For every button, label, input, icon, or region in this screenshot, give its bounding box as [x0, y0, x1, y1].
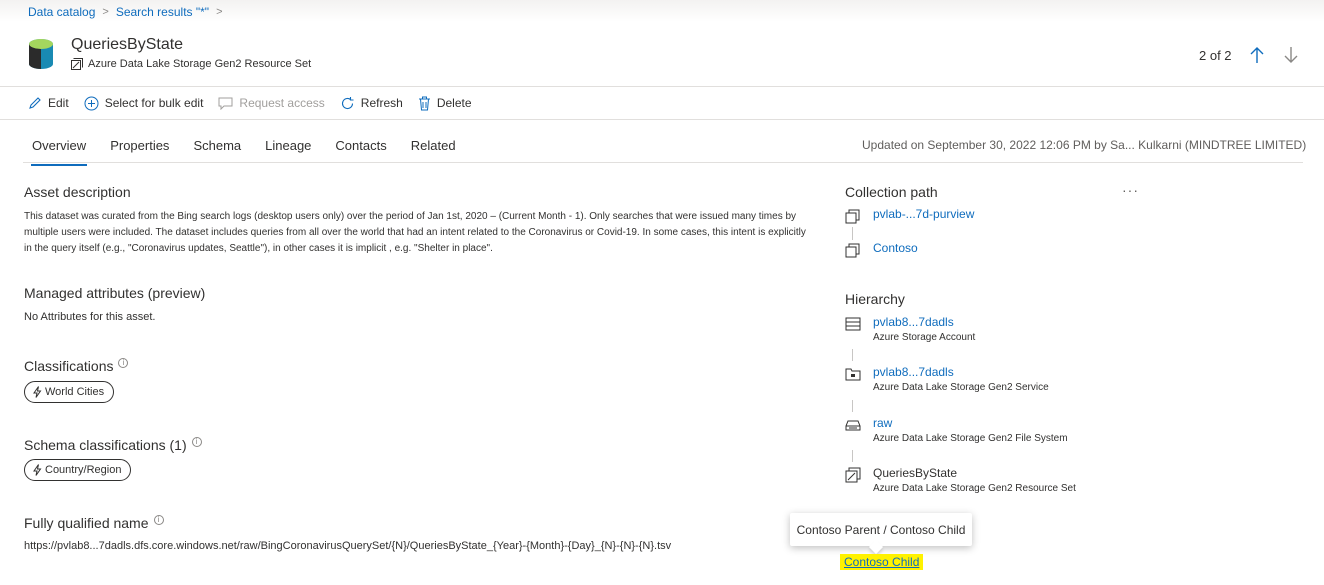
breadcrumb: Data catalog > Search results "*" > — [28, 4, 230, 20]
managed-attributes-heading: Managed attributes (preview) — [24, 285, 206, 301]
resource-set-type-icon — [71, 58, 83, 70]
tab-lineage[interactable]: Lineage — [256, 135, 320, 160]
info-icon[interactable]: i — [191, 437, 202, 447]
asset-title: QueriesByState — [71, 36, 184, 53]
highlighted-collection-link[interactable]: Contoso Child — [840, 554, 924, 570]
request-access-button[interactable]: Request access — [218, 96, 325, 110]
hierarchy-item: QueriesByState Azure Data Lake Storage G… — [845, 466, 1076, 494]
comment-icon — [218, 97, 233, 110]
resource-set-icon — [29, 39, 53, 69]
fully-qualified-name-heading: Fully qualified name — [24, 515, 149, 531]
last-updated-text: Updated on September 30, 2022 12:06 PM b… — [862, 138, 1307, 152]
asset-type-label: Azure Data Lake Storage Gen2 Resource Se… — [88, 58, 312, 70]
classifications-heading: Classifications — [24, 358, 114, 374]
managed-attributes-title: Managed attributes (preview) — [24, 285, 205, 301]
tab-properties[interactable]: Properties — [101, 135, 178, 160]
divider — [0, 86, 1324, 87]
fully-qualified-name-value: https://pvlab8...7dadls.dfs.core.windows… — [24, 540, 672, 552]
refresh-label: Refresh — [360, 96, 403, 110]
info-icon[interactable]: i — [118, 358, 129, 368]
edit-button[interactable]: Edit — [28, 96, 69, 110]
hierarchy-item-type: Azure Storage Account — [873, 332, 976, 343]
arrow-down-icon[interactable] — [1282, 45, 1300, 65]
managed-attributes-empty: No Attributes for this asset. — [24, 311, 156, 323]
connector — [852, 400, 853, 412]
storage-account-icon — [845, 317, 861, 331]
bulk-edit-label: Select for bulk edit — [104, 96, 204, 110]
asset-type: Azure Data Lake Storage Gen2 Resource Se… — [71, 58, 311, 70]
tab-overview[interactable]: Overview — [23, 135, 95, 166]
hierarchy-item-name[interactable]: pvlab8...7dadls — [873, 365, 1049, 379]
hierarchy-item-name[interactable]: pvlab8...7dadls — [873, 315, 975, 329]
classification-label: World Cities — [45, 386, 105, 398]
bulk-edit-button[interactable]: Select for bulk edit — [84, 96, 204, 111]
hierarchy-item-type: Azure Data Lake Storage Gen2 Service — [873, 382, 1049, 393]
hierarchy-item: pvlab8...7dadls Azure Storage Account — [845, 315, 975, 343]
data-lake-service-icon — [845, 368, 861, 381]
pager-text: 2 of 2 — [1199, 47, 1232, 63]
breadcrumb-search-results[interactable]: Search results "*" — [116, 5, 209, 19]
chevron-right-icon: > — [216, 6, 223, 18]
hierarchy-item: pvlab8...7dadls Azure Data Lake Storage … — [845, 365, 1049, 393]
hierarchy-item: raw Azure Data Lake Storage Gen2 File Sy… — [845, 416, 1068, 444]
schema-classifications-title: Schema classifications (1) i — [24, 437, 202, 453]
schema-classification-pill: Country/Region — [24, 459, 132, 481]
arrow-up-icon[interactable] — [1248, 45, 1266, 65]
more-options-icon[interactable]: ··· — [1122, 182, 1139, 198]
schema-classification-label: Country/Region — [45, 464, 122, 476]
refresh-button[interactable]: Refresh — [340, 96, 403, 111]
breadcrumb-data-catalog[interactable]: Data catalog — [28, 5, 95, 19]
collection-icon — [845, 209, 860, 224]
file-system-icon — [845, 420, 861, 431]
hierarchy-item-type: Azure Data Lake Storage Gen2 File System — [873, 433, 1068, 444]
fully-qualified-name-title: Fully qualified name i — [24, 515, 164, 531]
request-access-label: Request access — [239, 96, 325, 110]
connector — [852, 227, 853, 240]
collection-item[interactable]: pvlab-...7d-purview — [845, 207, 974, 224]
tab-schema[interactable]: Schema — [184, 135, 250, 160]
tab-related[interactable]: Related — [402, 135, 465, 160]
tab-bar: Overview Properties Schema Lineage Conta… — [23, 135, 471, 166]
asset-description-heading: Asset description — [24, 184, 131, 200]
delete-label: Delete — [436, 96, 472, 110]
divider — [0, 119, 1324, 120]
tooltip-text: Contoso Parent / Contoso Child — [796, 522, 966, 537]
connector — [852, 349, 853, 361]
tab-divider — [23, 162, 1303, 163]
chevron-right-icon: > — [102, 6, 109, 18]
asset-description-title: Asset description — [24, 184, 131, 200]
collection-item-name[interactable]: Contoso — [873, 241, 918, 255]
lightning-icon — [33, 386, 42, 398]
hierarchy-item-type: Azure Data Lake Storage Gen2 Resource Se… — [873, 483, 1076, 494]
classifications-title: Classifications i — [24, 358, 129, 374]
collection-tooltip: Contoso Parent / Contoso Child — [790, 513, 972, 546]
add-circle-icon — [84, 96, 99, 110]
command-bar: Edit Select for bulk edit Request access… — [28, 93, 487, 113]
edit-label: Edit — [48, 96, 69, 110]
collection-icon — [845, 243, 860, 258]
asset-description-text: This dataset was curated from the Bing s… — [24, 211, 806, 254]
trash-icon — [418, 96, 430, 110]
refresh-icon — [341, 96, 354, 109]
schema-classifications-heading: Schema classifications (1) — [24, 437, 187, 453]
collection-path-title: Collection path — [845, 184, 938, 200]
info-icon[interactable]: i — [153, 515, 164, 525]
collection-item[interactable]: Contoso — [845, 241, 918, 258]
lightning-icon — [33, 464, 42, 476]
pencil-icon — [29, 97, 41, 109]
connector — [852, 450, 853, 462]
highlighted-link-text[interactable]: Contoso Child — [844, 555, 919, 569]
tab-contacts[interactable]: Contacts — [326, 135, 395, 160]
pager: 2 of 2 — [1199, 45, 1300, 65]
hierarchy-item-name[interactable]: raw — [873, 416, 1068, 430]
resource-set-icon — [845, 467, 861, 483]
delete-button[interactable]: Delete — [418, 96, 472, 111]
classification-pill: World Cities — [24, 381, 115, 403]
hierarchy-item-name: QueriesByState — [873, 466, 958, 480]
collection-item-name[interactable]: pvlab-...7d-purview — [873, 207, 974, 221]
hierarchy-title: Hierarchy — [845, 291, 905, 307]
